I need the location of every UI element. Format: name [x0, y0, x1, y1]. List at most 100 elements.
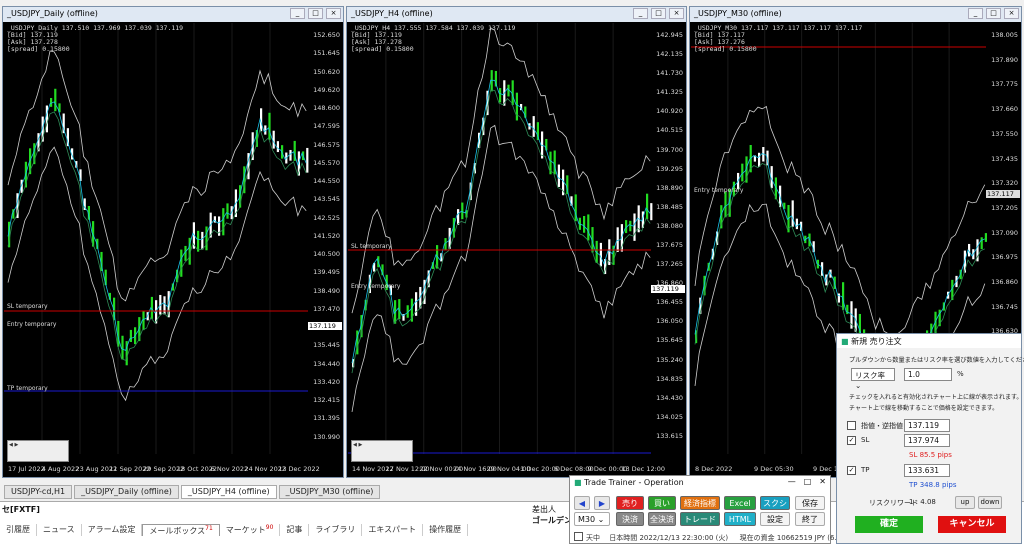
minimize-icon[interactable]: _	[968, 8, 983, 19]
timeframe-select[interactable]: M30 ⌄	[574, 512, 610, 526]
candle	[272, 130, 275, 149]
price-tick: 138.005	[991, 31, 1018, 39]
save-button[interactable]: 保存	[795, 496, 825, 510]
html-button[interactable]: HTML	[724, 512, 756, 526]
indicator-line	[351, 89, 651, 374]
buy-button[interactable]: 買い	[648, 496, 676, 510]
nav-prev-icon[interactable]: ◀	[353, 442, 357, 448]
mail-count-badge: 71	[205, 525, 213, 532]
chart-plot	[4, 23, 309, 454]
price-tick: 140.515	[656, 126, 683, 135]
minimize-icon[interactable]: _	[633, 8, 648, 19]
trade-trainer-titlebar[interactable]: ■ Trade Trainer - Operation — □ ✕	[570, 476, 830, 490]
candle	[142, 311, 145, 331]
minimize-icon[interactable]: —	[788, 477, 796, 486]
exit-button[interactable]: 終了	[795, 512, 825, 526]
candle	[583, 216, 586, 233]
candle	[276, 141, 279, 153]
window-titlebar[interactable]: _USDJPY_M30 (offline) _ □ ×	[690, 7, 1021, 22]
maximize-icon[interactable]: □	[651, 8, 666, 19]
limit-label: 指値・逆指値	[861, 422, 903, 430]
candle	[587, 214, 590, 241]
close-icon[interactable]: ×	[1004, 8, 1019, 19]
candle	[633, 213, 636, 241]
chart-window-daily[interactable]: _USDJPY_Daily (offline) _ □ × _USDJPY_Dail…	[2, 6, 344, 478]
nav-next-icon[interactable]: ▶	[14, 442, 18, 448]
price-chart[interactable]: _USDJPY_H4 137.555 137.584 137.039 137.1…	[348, 23, 685, 476]
next-bar-button[interactable]: ▶	[594, 496, 610, 510]
price-tick: 145.570	[313, 158, 340, 167]
indicator-line	[7, 146, 307, 402]
candle	[795, 218, 798, 230]
prev-bar-button[interactable]: ◀	[574, 496, 590, 510]
app-icon: ■	[841, 337, 849, 346]
tp-checkbox[interactable]: ✓	[847, 466, 856, 475]
price-chart[interactable]: _USDJPY_Daily 137.510 137.969 137.039 13…	[4, 23, 342, 476]
note-line-2: チャート上で線を移動することで価格を設定できます。	[849, 405, 999, 412]
up-button[interactable]: up	[955, 496, 975, 509]
candle	[201, 231, 204, 250]
close-all-button[interactable]: 全決済	[648, 512, 676, 526]
window-titlebar[interactable]: _USDJPY_Daily (offline) _ □ ×	[3, 7, 343, 22]
tab-usdjpy-h4[interactable]: _USDJPY_H4 (offline)	[180, 485, 277, 499]
price-tick: 134.025	[656, 412, 683, 421]
mode-select[interactable]: リスク率 ⌄	[851, 368, 895, 390]
settings-button[interactable]: 設定	[760, 512, 790, 526]
tab-alerts[interactable]: アラーム設定	[82, 524, 143, 536]
time-tick: 17 Jul 2022	[8, 465, 45, 473]
screenshot-button[interactable]: スクショ	[760, 496, 790, 521]
excel-button[interactable]: Excel	[724, 496, 756, 510]
close-icon[interactable]: ✕	[819, 477, 826, 486]
limit-input[interactable]: 137.119	[904, 419, 950, 432]
tab-news[interactable]: ニュース	[37, 524, 82, 536]
nav-next-icon[interactable]: ▶	[358, 442, 362, 448]
price-tick: 137.470	[313, 304, 340, 313]
trade-button[interactable]: トレード	[680, 512, 720, 526]
checkbox[interactable]	[574, 532, 583, 541]
navigation-panel[interactable]: ◀ ▶	[7, 440, 69, 462]
tab-journal[interactable]: 操作履歴	[423, 524, 469, 536]
risk-input[interactable]: 1.0	[904, 368, 952, 381]
tab-library[interactable]: ライブラリ	[309, 524, 363, 536]
price-tick: 137.890	[991, 55, 1018, 64]
time-axis: 17 Jul 2022 4 Aug 2022 23 Aug 2022 11 Sep 2…	[4, 464, 320, 476]
tab-market[interactable]: マーケット90	[220, 524, 281, 536]
candle	[45, 105, 48, 133]
price-tick: 138.080	[656, 221, 683, 230]
indicator-line	[7, 50, 307, 302]
minimize-icon[interactable]: _	[290, 8, 305, 19]
chart-window-h4[interactable]: _USDJPY_H4 (offline) _ □ × _USDJPY_H4 137.…	[346, 6, 687, 478]
close-icon[interactable]: ×	[326, 8, 341, 19]
price-axis: 142.945 142.135 141.730 141.325 140.920 140.5…	[651, 23, 685, 464]
cancel-button[interactable]: キャンセル	[938, 516, 1006, 533]
close-position-button[interactable]: 決済	[616, 512, 644, 526]
tab-usdjpy-m30[interactable]: _USDJPY_M30 (offline)	[278, 485, 381, 499]
window-titlebar[interactable]: _USDJPY_H4 (offline) _ □ ×	[347, 7, 686, 22]
confirm-button[interactable]: 確定	[855, 516, 923, 533]
order-titlebar[interactable]: ■ 新規 売り注文	[837, 334, 1021, 348]
navigation-panel[interactable]: ◀ ▶	[351, 440, 413, 462]
tab-articles[interactable]: 記事	[280, 524, 310, 536]
price-tick: 137.435	[991, 154, 1018, 163]
price-tick: 136.050	[656, 317, 683, 326]
tab-usdjpy-h1[interactable]: USDJPY-cd,H1	[4, 485, 73, 499]
tp-input[interactable]: 133.631	[904, 464, 950, 477]
sl-input[interactable]: 137.974	[904, 434, 950, 447]
maximize-icon[interactable]: □	[986, 8, 1001, 19]
tab-mailbox[interactable]: メールボックス71	[142, 524, 220, 536]
price-tick: 139.700	[656, 145, 683, 154]
close-icon[interactable]: ×	[669, 8, 684, 19]
candle	[791, 200, 794, 227]
candle	[646, 193, 649, 220]
tab-history[interactable]: 引履歴	[0, 524, 37, 536]
tab-usdjpy-daily[interactable]: _USDJPY_Daily (offline)	[74, 485, 179, 499]
nav-prev-icon[interactable]: ◀	[9, 442, 13, 448]
down-button[interactable]: down	[978, 496, 1002, 509]
limit-checkbox[interactable]	[847, 421, 856, 430]
economic-indicators-button[interactable]: 経済指標	[680, 496, 720, 510]
tab-experts[interactable]: エキスパート	[362, 524, 424, 536]
sell-button[interactable]: 売り	[616, 496, 644, 510]
maximize-icon[interactable]: □	[308, 8, 323, 19]
sl-checkbox[interactable]: ✓	[847, 436, 856, 445]
maximize-icon[interactable]: □	[804, 477, 812, 486]
